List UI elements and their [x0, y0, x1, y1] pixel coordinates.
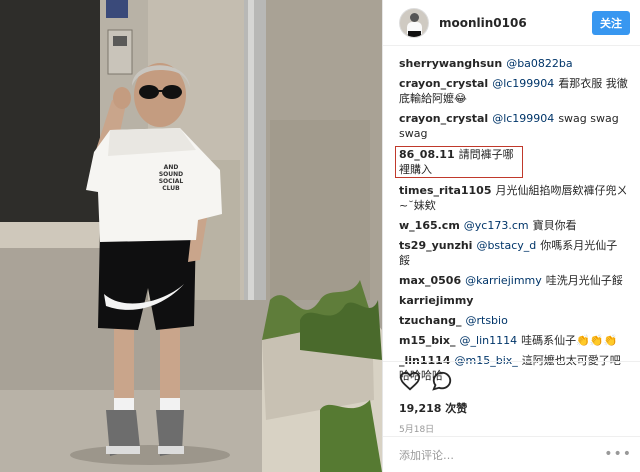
comment-text: 哇洗月光仙子餒 [545, 274, 623, 287]
comment-username[interactable]: sherrywanghsun [399, 57, 502, 70]
comment-item: karriejimmy [399, 293, 628, 308]
comment-mention[interactable]: @_lin1114 [460, 334, 518, 347]
comment-mention[interactable]: @yc173.cm [464, 219, 529, 232]
likes-count[interactable]: 19,218 次赞 [399, 400, 624, 416]
comment-username[interactable]: ts29_yunzhi [399, 239, 472, 252]
post-actions: 19,218 次赞 5月18日 [383, 361, 640, 435]
comment-item: w_165.cm @yc173.cm 寶貝你看 [399, 218, 628, 233]
post-side-panel: moonlin0106 关注 sherrywanghsun @ba0822ba c… [382, 0, 640, 472]
photo-illustration [0, 0, 382, 472]
comment-item: crayon_crystal @lc199904 看那衣服 我徹底輸給阿嬤😂 [399, 76, 628, 106]
more-icon[interactable]: ••• [604, 446, 632, 462]
comment-mention[interactable]: @rtsbio [465, 314, 507, 327]
comment-item: tzuchang_ @rtsbio [399, 313, 628, 328]
comment-item: m15_bix_ @_lin1114 哇碼系仙子👏👏👏 [399, 333, 628, 348]
comment-item: crayon_crystal @lc199904 swag swag swag [399, 111, 628, 141]
comment-mention[interactable]: @ba0822ba [506, 57, 572, 70]
comment-username[interactable]: max_0506 [399, 274, 461, 287]
comment-username[interactable]: times_rita1105 [399, 184, 492, 197]
post-header: moonlin0106 关注 [383, 0, 640, 46]
comment-username[interactable]: 86_08.11 [399, 148, 455, 161]
comment-username[interactable]: m15_bix_ [399, 334, 456, 347]
comment-mention[interactable]: @bstacy_d [476, 239, 536, 252]
comment-username[interactable]: w_165.cm [399, 219, 460, 232]
comment-item: ts29_yunzhi @bstacy_d 你嗎系月光仙子餒 [399, 238, 628, 268]
shirt-print: AND SOUND SOCIAL CLUB [158, 164, 184, 192]
comment-item: max_0506 @karriejimmy 哇洗月光仙子餒 [399, 273, 628, 288]
comment-username[interactable]: crayon_crystal [399, 112, 488, 125]
heart-icon[interactable] [399, 370, 421, 392]
comment-username[interactable]: tzuchang_ [399, 314, 461, 327]
comment-mention[interactable]: @lc199904 [492, 112, 554, 125]
avatar[interactable] [399, 7, 429, 38]
comment-item: times_rita1105 月光仙組掐吻唇欸褲仔兜ㄨ~˘妹欸 [399, 183, 628, 213]
follow-button[interactable]: 关注 [592, 10, 630, 35]
comment-username[interactable]: crayon_crystal [399, 77, 488, 90]
post-username[interactable]: moonlin0106 [439, 16, 592, 30]
comment-item: sherrywanghsun @ba0822ba [399, 56, 628, 71]
comment-mention[interactable]: @karriejimmy [465, 274, 542, 287]
action-icons [399, 370, 624, 392]
add-comment-input[interactable]: 添加评论… [383, 436, 640, 472]
comment-text: 哇碼系仙子👏👏👏 [521, 334, 618, 347]
comment-list: sherrywanghsun @ba0822ba crayon_crystal @l… [383, 46, 640, 383]
comment-mention[interactable]: @lc199904 [492, 77, 554, 90]
comment-item-highlighted: 86_08.11 請問褲子哪裡購入 [395, 146, 523, 178]
comment-text: 寶貝你看 [532, 219, 577, 232]
comment-username[interactable]: karriejimmy [399, 294, 473, 307]
post-photo: AND SOUND SOCIAL CLUB [0, 0, 382, 472]
comment-icon[interactable] [431, 370, 453, 392]
post-date: 5月18日 [399, 425, 435, 435]
